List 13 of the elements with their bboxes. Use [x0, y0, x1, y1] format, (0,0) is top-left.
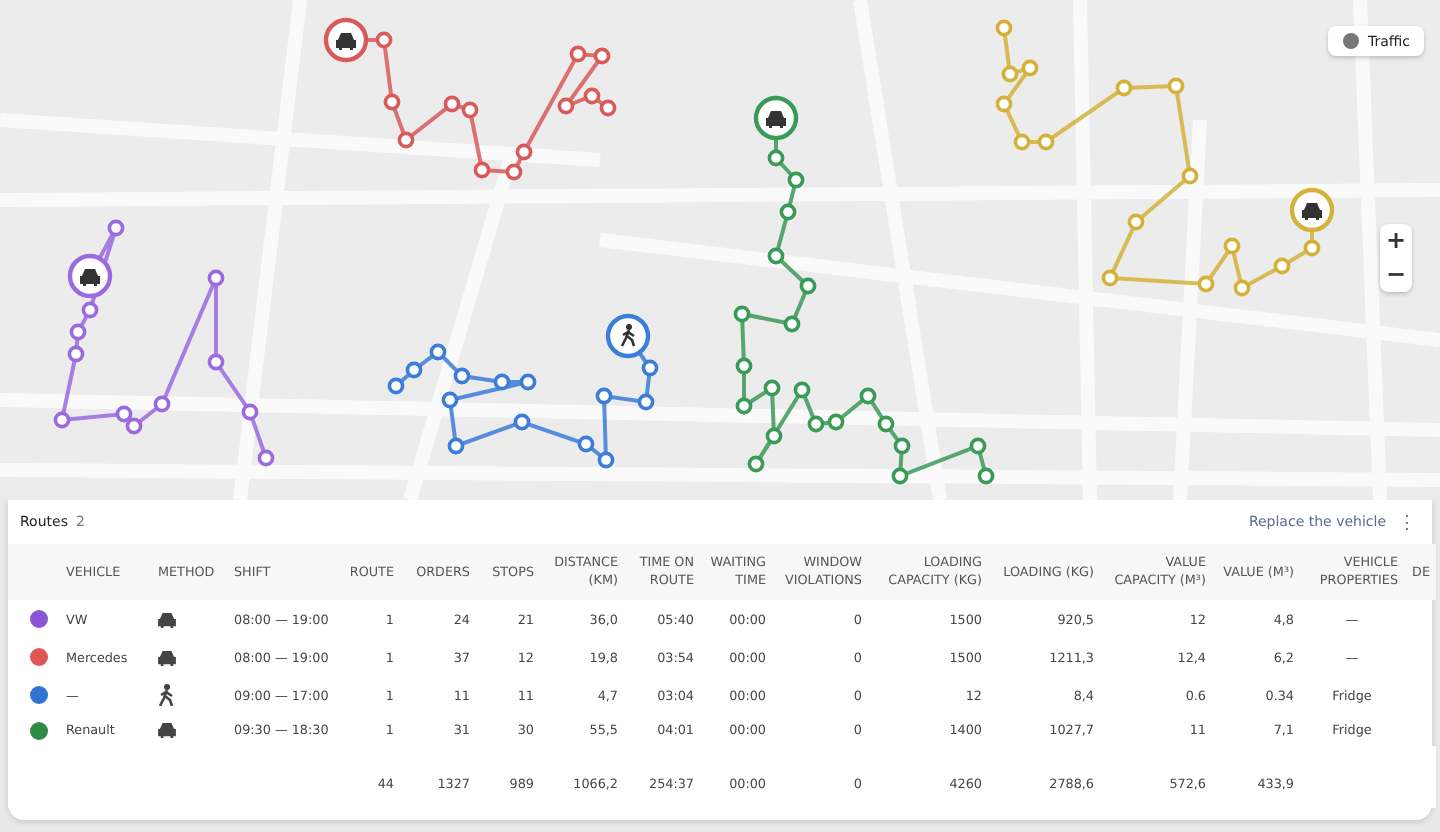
zoom-in-button[interactable]: +: [1380, 224, 1412, 258]
car-icon: [158, 649, 176, 665]
traffic-icon: [1341, 32, 1360, 50]
car-marker-icon[interactable]: [323, 17, 369, 63]
zoom-out-button[interactable]: −: [1380, 258, 1412, 292]
car-marker-icon[interactable]: [67, 253, 113, 299]
car-marker-icon[interactable]: [753, 95, 799, 141]
pedestrian-icon: [158, 684, 174, 706]
more-menu-button[interactable]: ⋮: [1394, 512, 1420, 532]
car-icon: [158, 722, 176, 738]
car-marker-icon[interactable]: [1289, 187, 1335, 233]
pedestrian-marker-icon[interactable]: [605, 313, 651, 359]
car-icon: [158, 611, 176, 627]
